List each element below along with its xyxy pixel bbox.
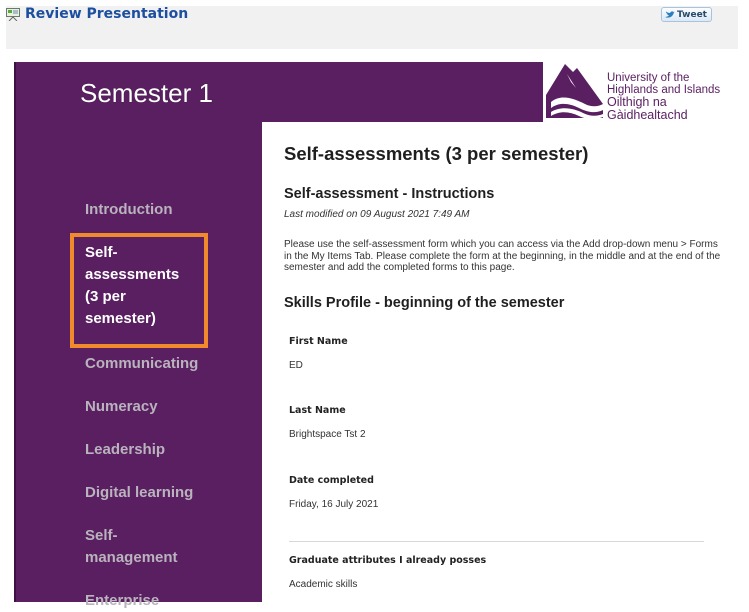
nav-item-leadership[interactable]: Leadership [85, 439, 195, 461]
field-label-first-name: First Name [289, 336, 348, 347]
field-value-first-name: ED [289, 360, 303, 371]
nav-item-introduction[interactable]: Introduction [85, 199, 195, 221]
page-banner-title: Semester 1 [80, 78, 213, 108]
nav-line: (3 per [85, 288, 126, 305]
nav-line: management [85, 549, 178, 566]
review-presentation-label: Review Presentation [25, 6, 189, 22]
nav-line: assessments [85, 266, 180, 283]
nav-line: Self- [85, 244, 118, 261]
nav-item-self-assessments[interactable]: Self- assessments (3 per semester) [85, 242, 195, 330]
logo-line-3: Oilthigh na Gàidhealtachd [607, 95, 688, 122]
presentation-icon [6, 7, 20, 21]
nav-item-numeracy[interactable]: Numeracy [85, 396, 195, 418]
field-value-last-name: Brightspace Tst 2 [289, 429, 366, 440]
nav-item-self-management[interactable]: Self- management [85, 525, 195, 569]
tweet-button[interactable]: Tweet [661, 7, 712, 22]
section-title: Self-assessment - Instructions [284, 186, 495, 202]
nav-item-digital-learning[interactable]: Digital learning [85, 482, 225, 504]
field-label-graduate-attributes: Graduate attributes I already posses [289, 555, 487, 566]
field-value-graduate-attributes: Academic skills [289, 579, 358, 590]
form-title: Skills Profile - beginning of the semest… [284, 295, 565, 311]
field-value-date-completed: Friday, 16 July 2021 [289, 499, 379, 510]
tweet-label: Tweet [677, 9, 707, 20]
field-label-date-completed: Date completed [289, 475, 374, 486]
nav-item-communicating[interactable]: Communicating [85, 353, 198, 375]
review-presentation-link[interactable]: Review Presentation [6, 6, 188, 22]
nav-item-enterprise[interactable]: Enterprise [85, 590, 195, 612]
last-modified: Last modified on 09 August 2021 7:49 AM [284, 209, 470, 220]
twitter-bird-icon [665, 10, 675, 18]
field-label-last-name: Last Name [289, 405, 346, 416]
instructions-text: Please use the self-assessment form whic… [284, 239, 721, 273]
logo-line-1: University of the [607, 72, 690, 84]
page-title: Self-assessments (3 per semester) [284, 143, 589, 164]
section-divider [289, 541, 704, 542]
nav-line: Self- [85, 527, 118, 544]
nav-line: semester) [85, 310, 156, 327]
